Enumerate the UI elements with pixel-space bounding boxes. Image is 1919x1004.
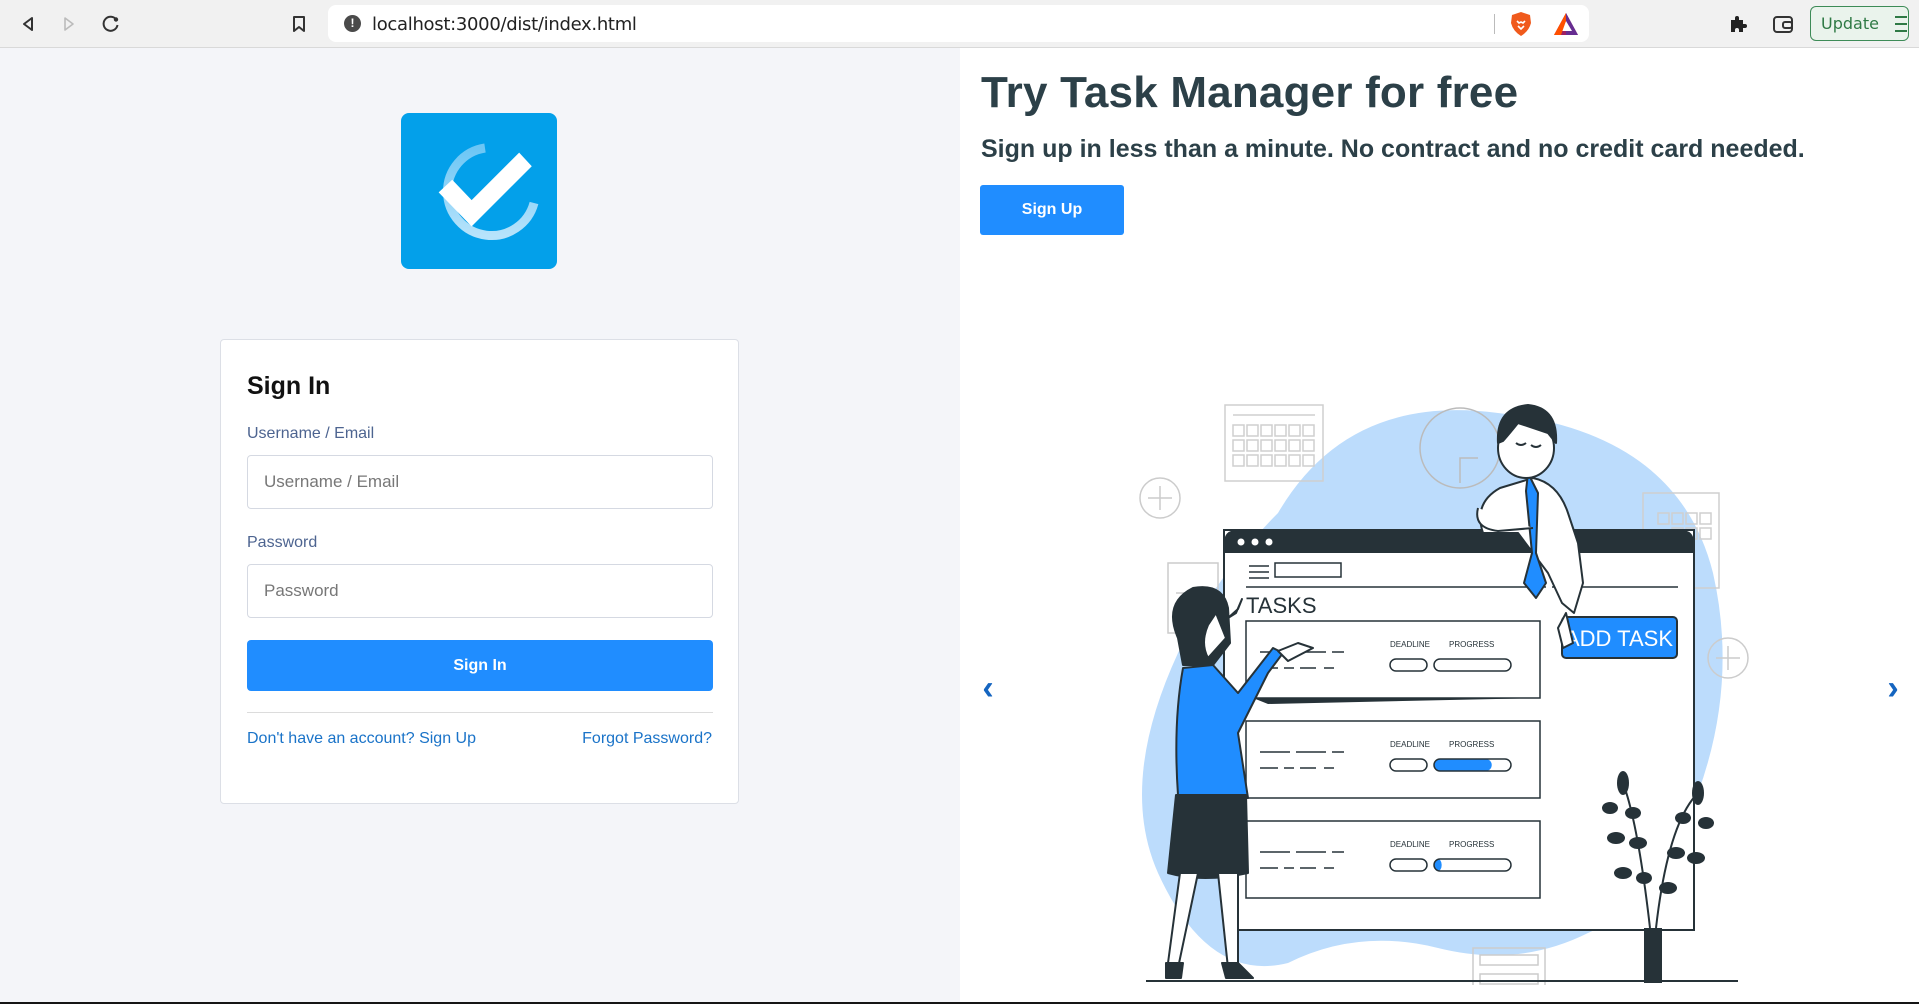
illus-deadline-label: DEADLINE	[1390, 640, 1430, 649]
illus-task-row: DEADLINE PROGRESS	[1245, 820, 1541, 899]
back-button[interactable]	[16, 12, 40, 36]
illus-progress-label: PROGRESS	[1449, 740, 1494, 749]
username-label: Username / Email	[247, 425, 375, 442]
illus-deadline-pill	[1389, 758, 1428, 772]
app-logo	[401, 113, 557, 269]
bookmark-icon	[293, 16, 305, 32]
calendar-decoration	[1224, 404, 1324, 482]
signin-title: Sign In	[247, 372, 331, 400]
promo-subtitle: Sign up in less than a minute. No contra…	[981, 135, 1805, 163]
signin-card: Sign In Username / Email Password Sign I…	[220, 339, 739, 804]
update-label: Update	[1821, 14, 1879, 33]
password-label: Password	[247, 534, 318, 551]
chevron-right-icon: ›	[1887, 668, 1899, 707]
card-divider	[247, 712, 713, 713]
promo-panel: Try Task Manager for free Sign up in les…	[960, 48, 1919, 1002]
task-manager-illustration: TASKS DEADLINE PROGRESSDEADLINE PROGRESSDE…	[1139, 404, 1749, 985]
reload-button[interactable]	[99, 12, 123, 36]
bookmark-button[interactable]	[287, 12, 311, 36]
illus-task-row: DEADLINE PROGRESS	[1245, 620, 1541, 704]
menu-icon	[1894, 15, 1907, 32]
brave-rewards-icon[interactable]	[1553, 12, 1579, 36]
illus-deadline-label: DEADLINE	[1390, 840, 1430, 849]
page: Sign In Username / Email Password Sign I…	[0, 48, 1919, 1002]
signin-panel: Sign In Username / Email Password Sign I…	[0, 48, 960, 1002]
reload-icon	[102, 15, 119, 32]
illus-deadline-pill	[1389, 858, 1428, 872]
carousel: ‹ › TASKS DEADLINE PROGRESS DEADLINE PRO…	[960, 278, 1919, 985]
illus-deadline-pill	[1389, 658, 1428, 672]
password-input[interactable]	[247, 564, 713, 618]
forward-button[interactable]	[57, 12, 81, 36]
task-rows: DEADLINE PROGRESSDEADLINE PROGRESSDEADLINE…	[1245, 620, 1541, 899]
promo-signup-button[interactable]: Sign Up	[980, 185, 1124, 235]
illus-progress-label: PROGRESS	[1449, 640, 1494, 649]
carousel-prev-button[interactable]: ‹	[973, 669, 1003, 707]
checkmark-circle-icon	[438, 143, 539, 240]
illus-tasks-heading: TASKS	[1246, 593, 1317, 618]
illus-add-task-button: ADD TASK	[1561, 616, 1678, 659]
brave-shields-icon[interactable]	[1508, 11, 1534, 37]
back-icon	[23, 17, 33, 31]
address-bar[interactable]: ! localhost:3000/dist/index.html	[328, 5, 1589, 42]
extensions-icon[interactable]	[1726, 12, 1750, 36]
illus-add-task-label: ADD TASK	[1565, 626, 1673, 651]
illus-progress-fill	[1434, 759, 1492, 771]
wallet-icon[interactable]	[1771, 12, 1795, 36]
chevron-left-icon: ‹	[982, 668, 994, 707]
browser-toolbar: ! localhost:3000/dist/index.html Update	[0, 0, 1919, 48]
forgot-password-link[interactable]: Forgot Password?	[582, 730, 712, 748]
update-button[interactable]: Update	[1810, 6, 1909, 41]
signup-link[interactable]: Don't have an account? Sign Up	[247, 730, 476, 748]
url-text[interactable]: localhost:3000/dist/index.html	[372, 14, 637, 35]
username-input[interactable]	[247, 455, 713, 509]
promo-title: Try Task Manager for free	[981, 68, 1519, 117]
forward-icon	[64, 17, 74, 31]
omnibox-divider	[1494, 14, 1495, 34]
carousel-next-button[interactable]: ›	[1878, 669, 1908, 707]
illus-task-row: DEADLINE PROGRESS	[1245, 720, 1541, 799]
illus-progress-label: PROGRESS	[1449, 840, 1494, 849]
site-info-icon[interactable]: !	[344, 15, 361, 32]
illus-deadline-label: DEADLINE	[1390, 740, 1430, 749]
signin-button[interactable]: Sign In	[247, 640, 713, 691]
